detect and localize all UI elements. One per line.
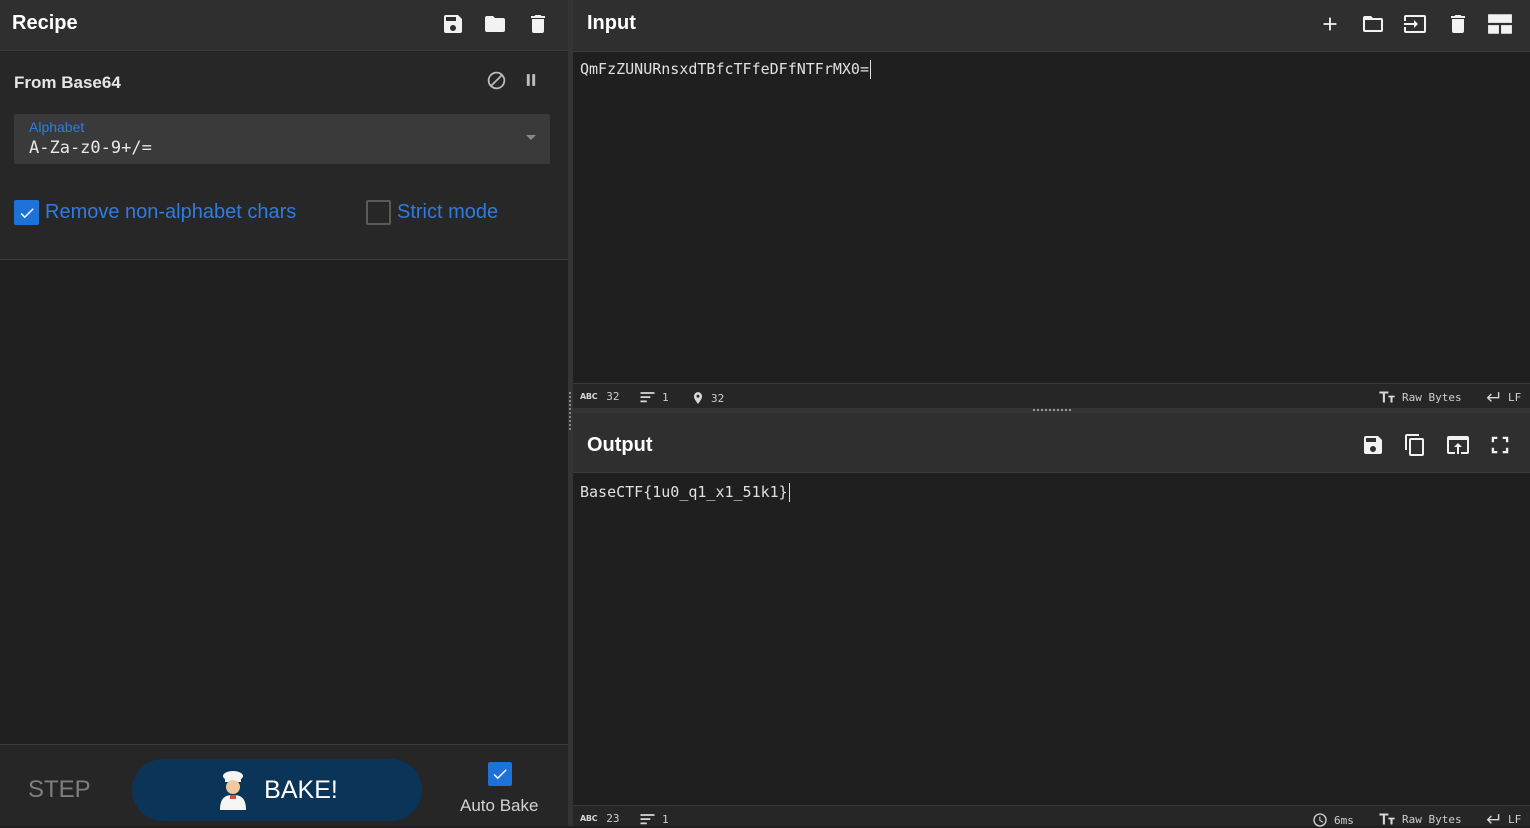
copy-icon[interactable]	[1400, 430, 1430, 460]
bake-label: BAKE!	[264, 775, 338, 804]
fullscreen-icon[interactable]	[1485, 430, 1515, 460]
step-button[interactable]: STEP	[28, 776, 91, 804]
bake-button[interactable]: BAKE!	[132, 759, 422, 821]
output-eol[interactable]: LF	[1484, 812, 1521, 826]
trash-icon[interactable]	[523, 9, 553, 39]
input-position: 32	[691, 390, 724, 406]
replace-input-icon[interactable]	[1443, 430, 1473, 460]
lines-icon	[640, 814, 655, 825]
output-textarea[interactable]: BaseCTF{1u0_q1_x1_51k1}	[580, 483, 790, 502]
input-encoding[interactable]: Raw Bytes	[1378, 390, 1462, 404]
auto-bake-label: Auto Bake	[460, 796, 539, 815]
input-title: Input	[587, 12, 636, 34]
recipe-title: Recipe	[12, 12, 78, 34]
text-cursor	[788, 483, 790, 502]
input-textarea[interactable]: QmFzZUNURnsxdTBfcTFfeDFfNTFrMX0=	[580, 60, 871, 79]
input-text: QmFzZUNURnsxdTBfcTFfeDFfNTFrMX0=	[580, 60, 869, 78]
abc-icon: ABC	[580, 392, 598, 401]
plus-icon[interactable]	[1315, 9, 1345, 39]
bake-bar: STEP BAKE! Auto Bake	[0, 744, 568, 826]
folder-icon[interactable]	[480, 9, 510, 39]
text-format-icon	[1379, 391, 1395, 403]
operation-from-base64[interactable]: From Base64 Alphabet A-Za-z0-9+/= Remove…	[0, 52, 568, 260]
alphabet-value: A-Za-z0-9+/=	[29, 138, 152, 158]
lines-icon	[640, 392, 655, 403]
input-length: ABC 32	[580, 390, 620, 403]
pause-icon[interactable]	[519, 68, 543, 92]
output-lines: 1	[639, 812, 669, 826]
text-format-icon	[1379, 813, 1395, 825]
input-file-icon[interactable]	[1400, 9, 1430, 39]
text-cursor	[869, 60, 871, 79]
output-header: Output	[573, 413, 1530, 473]
strict-mode-label: Strict mode	[397, 201, 499, 223]
io-panel: Input QmFzZUNURnsxdTBfcTFfeDFfNTFrMX0= A…	[573, 0, 1530, 827]
return-icon	[1486, 392, 1500, 402]
trash-icon[interactable]	[1443, 9, 1473, 39]
remove-non-alphabet-label: Remove non-alphabet chars	[45, 201, 297, 223]
checkbox-checked-icon[interactable]	[14, 200, 39, 225]
input-lines: 1	[639, 390, 669, 404]
recipe-header: Recipe	[0, 0, 568, 51]
splitter-grip-icon[interactable]	[1033, 409, 1071, 411]
splitter-grip-icon[interactable]	[569, 392, 571, 430]
chef-icon	[220, 771, 247, 810]
remove-non-alphabet-checkbox[interactable]: Remove non-alphabet chars	[14, 200, 296, 225]
alphabet-select[interactable]: Alphabet A-Za-z0-9+/=	[14, 114, 550, 164]
chevron-down-icon	[526, 135, 536, 140]
layout-icon[interactable]	[1485, 9, 1515, 39]
input-statusbar: ABC 32 1 32 Raw Bytes LF	[573, 383, 1530, 409]
recipe-panel: Recipe From Base64 Alphabet A-Za-z0-9+/=	[0, 0, 568, 826]
checkbox-unchecked-icon[interactable]	[366, 200, 391, 225]
folder-icon[interactable]	[1358, 9, 1388, 39]
output-title: Output	[587, 434, 653, 456]
auto-bake-checkbox[interactable]	[488, 762, 512, 786]
strict-mode-checkbox[interactable]: Strict mode	[366, 200, 498, 225]
input-header: Input	[573, 0, 1530, 52]
save-icon[interactable]	[1358, 430, 1388, 460]
output-length: ABC 23	[580, 812, 620, 825]
save-icon[interactable]	[438, 9, 468, 39]
return-icon	[1486, 814, 1500, 824]
output-text: BaseCTF{1u0_q1_x1_51k1}	[580, 483, 788, 501]
operation-name: From Base64	[14, 73, 121, 92]
output-encoding[interactable]: Raw Bytes	[1378, 812, 1462, 826]
output-statusbar: ABC 23 1 6ms Raw Bytes LF	[573, 805, 1530, 827]
location-pin-icon	[693, 392, 703, 404]
abc-icon: ABC	[580, 814, 598, 823]
input-eol[interactable]: LF	[1484, 390, 1521, 404]
disable-icon[interactable]	[484, 68, 508, 92]
alphabet-label: Alphabet	[29, 119, 85, 135]
